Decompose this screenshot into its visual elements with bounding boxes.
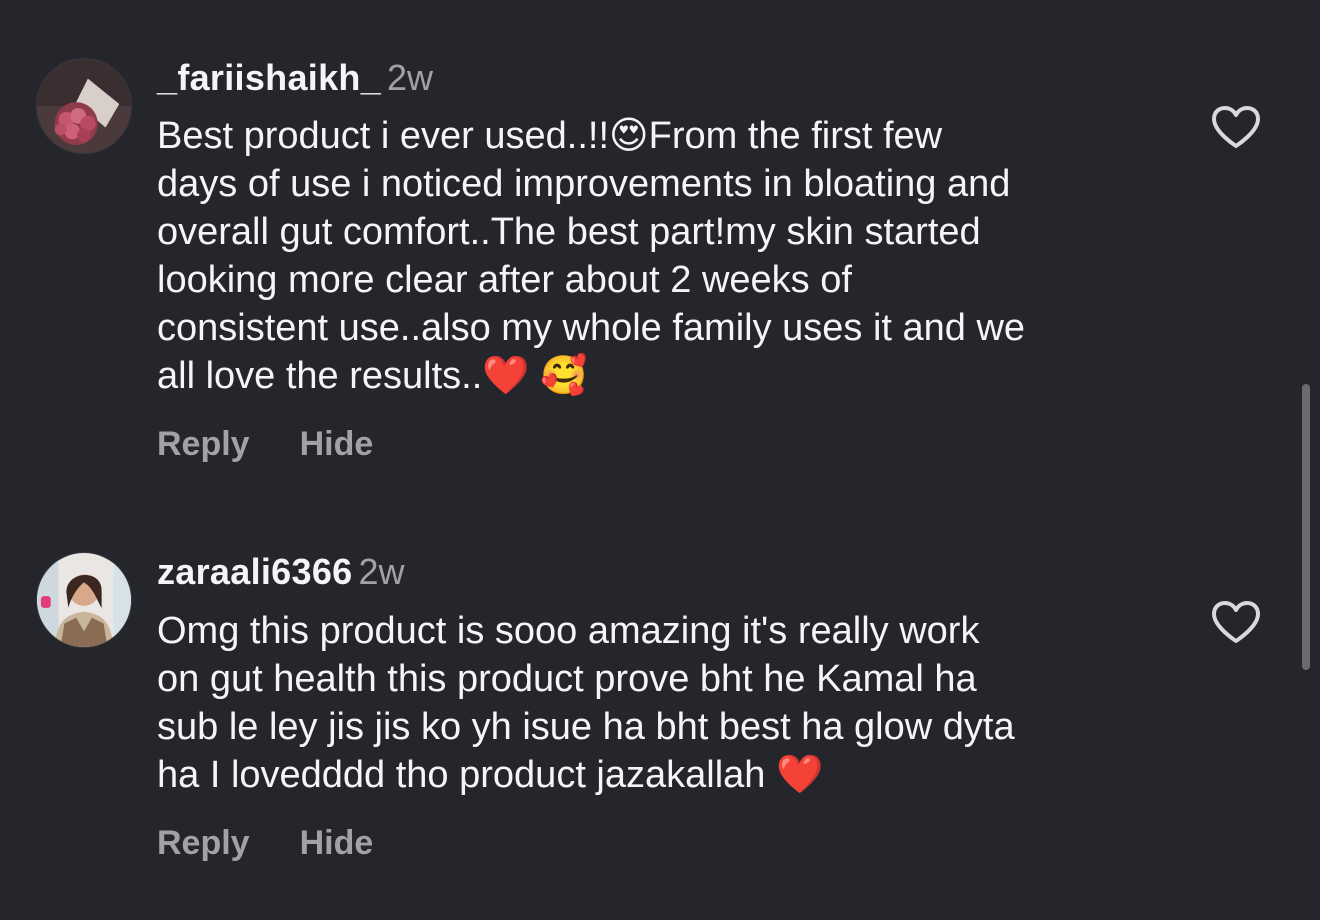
hide-button[interactable]: Hide xyxy=(300,425,374,463)
comment-text: Best product i ever used..!!😍From the fi… xyxy=(157,115,1026,397)
avatar-flowers-image xyxy=(37,59,131,153)
scrollbar[interactable] xyxy=(1302,384,1310,670)
heart-outline-icon[interactable] xyxy=(1210,599,1262,645)
comment-header: zaraali6366 2w xyxy=(157,552,405,592)
timestamp: 2w xyxy=(358,551,405,592)
comment-text: Omg this product is sooo amazing it's re… xyxy=(157,610,1015,796)
heart-outline-icon[interactable] xyxy=(1210,104,1262,150)
timestamp: 2w xyxy=(387,57,434,98)
reply-button[interactable]: Reply xyxy=(157,824,250,862)
username[interactable]: _fariishaikh_ xyxy=(157,57,381,98)
reply-button[interactable]: Reply xyxy=(157,425,250,463)
username[interactable]: zaraali6366 xyxy=(157,551,352,592)
user-avatar[interactable] xyxy=(36,58,132,154)
user-avatar[interactable] xyxy=(36,552,132,648)
comment-header: _fariishaikh_ 2w xyxy=(157,58,433,98)
hide-button[interactable]: Hide xyxy=(300,824,374,862)
comment-actions: Reply Hide xyxy=(157,424,373,464)
comment-actions: Reply Hide xyxy=(157,823,373,863)
avatar-person-image xyxy=(37,553,131,647)
